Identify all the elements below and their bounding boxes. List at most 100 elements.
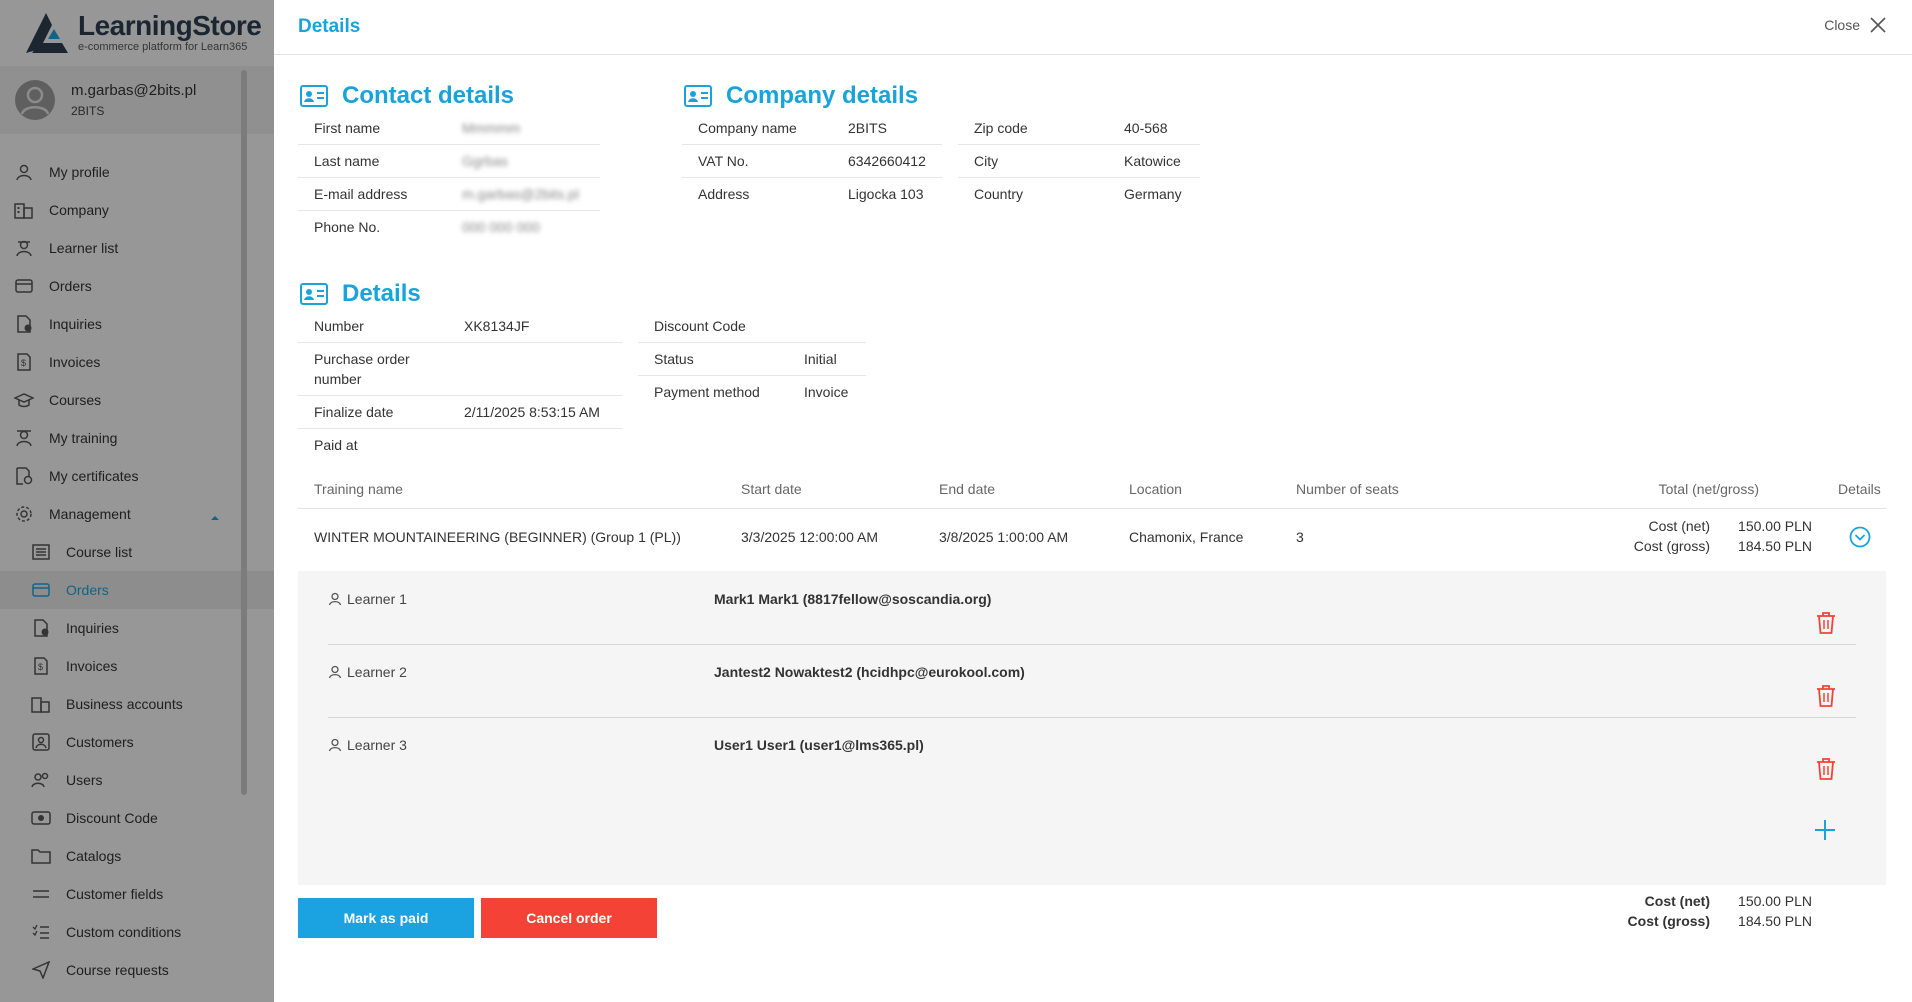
contact-key: Phone No. bbox=[314, 219, 381, 235]
trash-icon bbox=[1817, 612, 1835, 634]
company-key: Company name bbox=[698, 120, 797, 136]
learner-value: Mark1 Mark1 (8817fellow@soscandia.org) bbox=[714, 591, 992, 607]
order-detail-key: Discount Code bbox=[654, 318, 746, 334]
add-learner-button[interactable] bbox=[1814, 819, 1836, 844]
order-detail-row: Discount Code bbox=[638, 310, 866, 343]
company-details-heading: Company details bbox=[684, 82, 918, 110]
delete-learner-button[interactable] bbox=[1816, 611, 1836, 638]
order-detail-row: Payment method Invoice bbox=[638, 376, 866, 408]
header-start-date: Start date bbox=[741, 481, 802, 497]
panel-header: Details Close bbox=[274, 0, 1912, 55]
chevron-down-circle-icon bbox=[1849, 526, 1871, 548]
details-card-icon bbox=[300, 283, 328, 305]
header-location: Location bbox=[1129, 481, 1182, 497]
total-net-label: Cost (net) bbox=[1644, 893, 1710, 909]
cancel-order-button[interactable]: Cancel order bbox=[481, 898, 657, 938]
header-details: Details bbox=[1838, 481, 1881, 497]
company-key: Address bbox=[698, 186, 750, 202]
contact-value: m.garbas@2bits.pl bbox=[462, 186, 579, 202]
table-row[interactable]: WINTER MOUNTAINEERING (BEGINNER) (Group … bbox=[298, 509, 1886, 565]
company-row: Address Ligocka 103 bbox=[682, 178, 942, 210]
order-detail-row: Number XK8134JF bbox=[298, 310, 622, 343]
order-detail-value: XK8134JF bbox=[464, 318, 530, 334]
panel-title: Details bbox=[298, 16, 361, 37]
contact-details-list: First name Mmmmm Last name Ggrbas E-mail a… bbox=[298, 112, 600, 243]
contact-row: First name Mmmmm bbox=[298, 112, 600, 145]
contact-key: First name bbox=[314, 120, 381, 136]
order-detail-row: Purchase order number bbox=[298, 343, 622, 396]
order-detail-key: Paid at bbox=[314, 437, 358, 453]
contact-details-title: Contact details bbox=[342, 82, 515, 109]
cell-seats: 3 bbox=[1296, 529, 1304, 545]
order-detail-row: Finalize date 2/11/2025 8:53:15 AM bbox=[298, 396, 622, 429]
company-value: 40-568 bbox=[1124, 120, 1168, 136]
company-row: VAT No. 6342660412 bbox=[682, 145, 942, 178]
order-details-left: Number XK8134JF Purchase order number Fin… bbox=[298, 310, 622, 461]
order-detail-key: Number bbox=[314, 318, 364, 334]
learner-row: Learner 3 User1 User1 (user1@lms365.pl) bbox=[328, 717, 1856, 790]
learner-label-text: Learner 2 bbox=[347, 664, 407, 680]
company-details-left: Company name 2BITS VAT No. 6342660412 Addr… bbox=[682, 112, 942, 210]
company-row: Country Germany bbox=[958, 178, 1200, 210]
company-value: Germany bbox=[1124, 186, 1182, 202]
total-net-value: 150.00 PLN bbox=[1738, 893, 1812, 909]
learner-row: Learner 1 Mark1 Mark1 (8817fellow@soscan… bbox=[328, 571, 1856, 645]
header-number-of-seats: Number of seats bbox=[1296, 481, 1399, 497]
company-details-title: Company details bbox=[726, 82, 919, 109]
plus-icon bbox=[1815, 820, 1835, 840]
cell-net-label: Cost (net) bbox=[1648, 518, 1710, 534]
close-button[interactable]: Close bbox=[1824, 17, 1886, 33]
delete-learner-button[interactable] bbox=[1816, 757, 1836, 784]
order-detail-row: Status Initial bbox=[638, 343, 866, 376]
order-details-title: Details bbox=[342, 280, 421, 307]
order-detail-key: Status bbox=[654, 351, 694, 367]
cell-location: Chamonix, France bbox=[1129, 529, 1244, 545]
close-icon bbox=[1870, 17, 1886, 33]
company-row: Company name 2BITS bbox=[682, 112, 942, 145]
company-value: Ligocka 103 bbox=[848, 186, 924, 202]
mark-as-paid-button[interactable]: Mark as paid bbox=[298, 898, 474, 938]
company-row: Zip code 40-568 bbox=[958, 112, 1200, 145]
learner-user-icon bbox=[328, 592, 342, 606]
learner-label-text: Learner 1 bbox=[347, 591, 407, 607]
total-gross-label: Cost (gross) bbox=[1627, 913, 1710, 929]
order-detail-value: Initial bbox=[804, 351, 837, 367]
trash-icon bbox=[1817, 685, 1835, 707]
header-total: Total (net/gross) bbox=[1658, 481, 1759, 497]
training-table: Training name Start date End date Locati… bbox=[298, 470, 1886, 565]
trash-icon bbox=[1817, 758, 1835, 780]
contact-value: Ggrbas bbox=[462, 153, 508, 169]
company-key: VAT No. bbox=[698, 153, 749, 169]
company-key: Zip code bbox=[974, 120, 1028, 136]
order-detail-key: Payment method bbox=[654, 384, 760, 400]
company-key: Country bbox=[974, 186, 1024, 202]
learners-panel: Learner 1 Mark1 Mark1 (8817fellow@soscan… bbox=[298, 571, 1886, 885]
contact-details-heading: Contact details bbox=[300, 82, 514, 110]
total-gross-value: 184.50 PLN bbox=[1738, 913, 1812, 929]
learner-user-icon bbox=[328, 738, 342, 752]
company-value: 2BITS bbox=[848, 120, 887, 136]
learner-value: Jantest2 Nowaktest2 (hcidhpc@eurokool.co… bbox=[714, 664, 1025, 680]
close-label: Close bbox=[1824, 17, 1860, 33]
order-detail-value: 2/11/2025 8:53:15 AM bbox=[464, 404, 600, 420]
contact-value: Mmmmm bbox=[462, 120, 521, 136]
table-header: Training name Start date End date Locati… bbox=[298, 470, 1886, 509]
company-key: City bbox=[974, 153, 999, 169]
order-detail-key: Finalize date bbox=[314, 404, 394, 420]
cell-net-value: 150.00 PLN bbox=[1738, 518, 1812, 534]
expand-details-button[interactable] bbox=[1849, 526, 1871, 551]
contact-key: Last name bbox=[314, 153, 380, 169]
learner-row: Learner 2 Jantest2 Nowaktest2 (hcidhpc@e… bbox=[328, 644, 1856, 718]
modal-backdrop[interactable] bbox=[0, 0, 274, 1002]
learner-label: Learner 3 bbox=[328, 737, 407, 753]
contact-row: Last name Ggrbas bbox=[298, 145, 600, 178]
contact-row: Phone No. 000 000 000 bbox=[298, 211, 600, 243]
cell-start-date: 3/3/2025 12:00:00 AM bbox=[741, 529, 878, 545]
delete-learner-button[interactable] bbox=[1816, 684, 1836, 711]
learner-label: Learner 1 bbox=[328, 591, 407, 607]
contact-row: E-mail address m.garbas@2bits.pl bbox=[298, 178, 600, 211]
cell-training-name: WINTER MOUNTAINEERING (BEGINNER) (Group … bbox=[314, 529, 681, 545]
cell-end-date: 3/8/2025 1:00:00 AM bbox=[939, 529, 1069, 545]
learner-label: Learner 2 bbox=[328, 664, 407, 680]
contact-value: 000 000 000 bbox=[462, 219, 540, 235]
